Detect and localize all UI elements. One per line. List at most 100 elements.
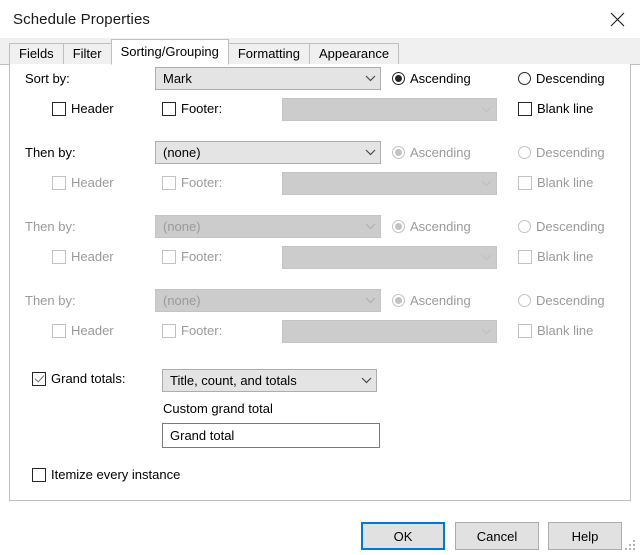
footer-label: Footer: [181, 249, 223, 264]
blank-line-checkbox[interactable]: Blank line [518, 323, 593, 338]
custom-grand-total-input[interactable]: Grand total [162, 423, 380, 448]
grand-totals-mode-dropdown[interactable]: Title, count, and totals [162, 369, 377, 392]
chevron-down-icon [476, 106, 496, 113]
checkbox-box [52, 249, 66, 264]
checkbox-box [518, 249, 532, 264]
sorting-grouping-panel: Sort by: Mark Ascending Descending Header Foo… [9, 64, 631, 501]
sort-row-primary-line: Then by: (none) Ascending Descending [10, 286, 630, 316]
sort-row-2: Then by: (none) Ascending Descending Header F… [10, 138, 630, 212]
ascending-radio[interactable]: Ascending [392, 71, 471, 86]
ascending-radio[interactable]: Ascending [392, 219, 471, 234]
window-title: Schedule Properties [13, 10, 150, 28]
chevron-down-icon [360, 297, 380, 304]
blank-line-checkbox[interactable]: Blank line [518, 101, 593, 116]
sort-field-dropdown[interactable]: (none) [155, 289, 381, 312]
help-button[interactable]: Help [548, 522, 622, 550]
footer-checkbox[interactable]: Footer: [162, 249, 222, 264]
sort-row-secondary-line: Header Footer: Blank line [10, 94, 630, 124]
footer-field-dropdown[interactable] [282, 246, 497, 269]
radio-dot [392, 72, 405, 85]
sort-row-label: Sort by: [25, 71, 70, 86]
chevron-down-icon [476, 180, 496, 187]
header-checkbox[interactable]: Header [52, 175, 114, 190]
sort-field-value: Mark [163, 71, 192, 86]
ascending-label: Ascending [410, 219, 471, 234]
grand-totals-label: Grand totals: [51, 371, 126, 386]
radio-dot [392, 146, 405, 159]
descending-label: Descending [536, 293, 605, 308]
sort-field-dropdown[interactable]: Mark [155, 67, 381, 90]
sort-field-dropdown[interactable]: (none) [155, 141, 381, 164]
resize-grip[interactable] [625, 540, 637, 552]
blank-line-checkbox[interactable]: Blank line [518, 175, 593, 190]
checkbox-box [52, 323, 66, 338]
descending-radio[interactable]: Descending [518, 293, 605, 308]
grand-totals-section: Grand totals: Title, count, and totals C… [10, 360, 630, 482]
sort-field-dropdown[interactable]: (none) [155, 215, 381, 238]
blank-line-label: Blank line [537, 323, 594, 338]
custom-grand-total-value: Grand total [170, 428, 235, 443]
checkbox-box [32, 371, 46, 386]
descending-label: Descending [536, 145, 605, 160]
ascending-label: Ascending [410, 145, 471, 160]
tab-fields[interactable]: Fields [9, 43, 64, 64]
footer-checkbox[interactable]: Footer: [162, 175, 222, 190]
sort-row-secondary-line: Header Footer: Blank line [10, 242, 630, 272]
footer-field-dropdown[interactable] [282, 172, 497, 195]
sort-row-label: Then by: [25, 293, 76, 308]
sort-row-primary-line: Then by: (none) Ascending Descending [10, 138, 630, 168]
header-checkbox[interactable]: Header [52, 323, 114, 338]
tab-filter[interactable]: Filter [62, 43, 112, 64]
footer-label: Footer: [181, 323, 223, 338]
descending-radio[interactable]: Descending [518, 219, 605, 234]
checkbox-box [162, 101, 176, 116]
itemize-label: Itemize every instance [51, 467, 181, 482]
grand-totals-checkbox[interactable]: Grand totals: [32, 371, 125, 386]
checkbox-box [52, 101, 66, 116]
header-label: Header [71, 323, 114, 338]
cancel-button[interactable]: Cancel [455, 522, 539, 550]
chevron-down-icon [476, 254, 496, 261]
ascending-label: Ascending [410, 71, 471, 86]
sort-field-value: (none) [163, 219, 201, 234]
descending-radio[interactable]: Descending [518, 145, 605, 160]
radio-dot [518, 146, 531, 159]
footer-checkbox[interactable]: Footer: [162, 101, 222, 116]
grand-totals-mode-value: Title, count, and totals [170, 373, 297, 388]
radio-dot [518, 294, 531, 307]
ascending-radio[interactable]: Ascending [392, 293, 471, 308]
ok-button[interactable]: OK [361, 522, 445, 550]
header-label: Header [71, 175, 114, 190]
tab-formatting[interactable]: Formatting [227, 43, 310, 64]
blank-line-checkbox[interactable]: Blank line [518, 249, 593, 264]
tab-appearance[interactable]: Appearance [309, 43, 400, 64]
chevron-down-icon [360, 75, 380, 82]
header-checkbox[interactable]: Header [52, 101, 114, 116]
descending-radio[interactable]: Descending [518, 71, 605, 86]
checkbox-box [518, 323, 532, 338]
footer-label: Footer: [181, 175, 223, 190]
footer-field-dropdown[interactable] [282, 98, 497, 121]
sort-row-3: Then by: (none) Ascending Descending Header F… [10, 212, 630, 286]
checkbox-box [32, 467, 46, 482]
checkbox-box [162, 249, 176, 264]
footer-field-dropdown[interactable] [282, 320, 497, 343]
header-checkbox[interactable]: Header [52, 249, 114, 264]
dialog-footer: OK Cancel Help [0, 509, 640, 555]
sort-row-label: Then by: [25, 145, 76, 160]
close-icon[interactable] [594, 0, 640, 38]
footer-checkbox[interactable]: Footer: [162, 323, 222, 338]
chevron-down-icon [476, 328, 496, 335]
sort-field-value: (none) [163, 145, 201, 160]
footer-label: Footer: [181, 101, 223, 116]
chevron-down-icon [356, 377, 376, 384]
sort-row-primary-line: Then by: (none) Ascending Descending [10, 212, 630, 242]
header-label: Header [71, 101, 114, 116]
checkbox-box [162, 175, 176, 190]
sort-row-1: Sort by: Mark Ascending Descending Header Foo… [10, 64, 630, 138]
itemize-every-instance-checkbox[interactable]: Itemize every instance [32, 467, 180, 482]
radio-dot [392, 294, 405, 307]
ascending-radio[interactable]: Ascending [392, 145, 471, 160]
tab-sorting-grouping[interactable]: Sorting/Grouping [110, 39, 229, 65]
blank-line-label: Blank line [537, 249, 594, 264]
